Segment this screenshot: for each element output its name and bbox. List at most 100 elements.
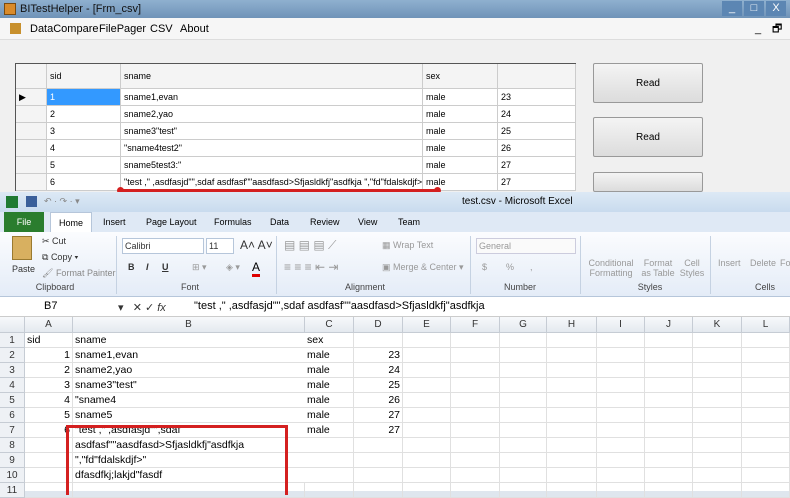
grid-cell[interactable]: sname1,evan <box>121 89 423 106</box>
sheet-cell[interactable] <box>742 468 790 483</box>
close-button[interactable]: X <box>766 1 786 16</box>
sheet-cell[interactable] <box>597 363 645 378</box>
grid-cell[interactable]: 6 <box>47 174 121 191</box>
tab-formulas[interactable]: Formulas <box>206 212 260 232</box>
column-header[interactable]: E <box>403 317 451 333</box>
sheet-cell[interactable] <box>451 333 500 348</box>
row-header[interactable]: 3 <box>0 363 25 378</box>
sheet-cell[interactable] <box>597 393 645 408</box>
sheet-cell[interactable] <box>500 393 547 408</box>
sheet-cell[interactable] <box>693 438 742 453</box>
sheet-cell[interactable] <box>500 363 547 378</box>
sheet-cell[interactable]: male <box>305 393 354 408</box>
sheet-cell[interactable]: 3 <box>25 378 73 393</box>
sheet-cell[interactable]: 26 <box>354 393 403 408</box>
sheet-cell[interactable] <box>451 363 500 378</box>
sheet-cell[interactable] <box>645 348 693 363</box>
tab-review[interactable]: Review <box>302 212 348 232</box>
sheet-cell[interactable] <box>403 438 451 453</box>
insert-cells-button[interactable]: Insert <box>718 258 741 268</box>
grid-cell[interactable]: male <box>423 157 498 174</box>
sheet-cell[interactable] <box>597 333 645 348</box>
save-icon[interactable] <box>26 196 37 207</box>
sheet-cell[interactable] <box>597 378 645 393</box>
column-header-sex[interactable]: sex <box>423 64 498 89</box>
sheet-cell[interactable]: 27 <box>354 423 403 438</box>
row-header[interactable]: 7 <box>0 423 25 438</box>
sheet-cell[interactable] <box>451 468 500 483</box>
row-header[interactable]: 6 <box>0 408 25 423</box>
grid-cell[interactable]: "sname4test2" <box>121 140 423 157</box>
sheet-cell[interactable] <box>451 393 500 408</box>
sheet-cell[interactable] <box>742 378 790 393</box>
column-header-sname[interactable]: sname <box>121 64 423 89</box>
column-header[interactable]: L <box>742 317 790 333</box>
sheet-cell[interactable] <box>500 438 547 453</box>
read-button-1[interactable]: Read <box>593 63 703 103</box>
sheet-cell[interactable] <box>500 378 547 393</box>
delete-cells-button[interactable]: Delete <box>750 258 776 268</box>
sheet-cell[interactable]: 4 <box>25 393 73 408</box>
comma-button[interactable]: , <box>530 262 533 272</box>
font-color-icon[interactable]: A <box>252 260 261 277</box>
sheet-cell[interactable] <box>693 333 742 348</box>
sheet-cell[interactable] <box>597 468 645 483</box>
menu-filepager[interactable]: FilePager <box>99 18 146 40</box>
sheet-cell[interactable] <box>500 423 547 438</box>
sheet-cell[interactable] <box>547 453 597 468</box>
wrap-text-button[interactable]: ▦ Wrap Text <box>382 240 433 251</box>
sheet-cell[interactable] <box>645 363 693 378</box>
sheet-cell[interactable]: sid <box>25 333 73 348</box>
bold-button[interactable]: B <box>128 262 135 272</box>
row-header[interactable] <box>16 157 47 174</box>
row-header[interactable]: 9 <box>0 453 25 468</box>
sheet-cell[interactable] <box>742 363 790 378</box>
sheet-cell[interactable] <box>500 453 547 468</box>
select-all-corner[interactable] <box>0 317 25 333</box>
fill-color-icon[interactable]: ◈ ▾ <box>226 262 240 273</box>
grid-cell[interactable]: 25 <box>498 123 576 140</box>
sheet-cell[interactable] <box>742 333 790 348</box>
format-painter-button[interactable]: 🖌 Format Painter <box>42 268 115 279</box>
column-header[interactable]: D <box>354 317 403 333</box>
sheet-cell[interactable] <box>645 468 693 483</box>
sheet-cell[interactable]: 25 <box>354 378 403 393</box>
sheet-cell[interactable]: male <box>305 348 354 363</box>
sheet-cell[interactable] <box>742 438 790 453</box>
sheet-cell[interactable] <box>742 393 790 408</box>
sheet-cell[interactable] <box>403 453 451 468</box>
sheet-cell[interactable]: 2 <box>25 363 73 378</box>
format-as-table-button[interactable]: Format as Table <box>640 258 676 278</box>
mdi-restore[interactable]: 🗗 <box>772 18 782 40</box>
sheet-cell[interactable] <box>451 453 500 468</box>
sheet-cell[interactable] <box>693 408 742 423</box>
sheet-cell[interactable]: sname <box>73 333 305 348</box>
column-header[interactable]: I <box>597 317 645 333</box>
name-box[interactable]: B7 <box>44 300 104 312</box>
sheet-cell[interactable]: sname5 <box>73 408 305 423</box>
sheet-cell[interactable] <box>500 333 547 348</box>
sheet-cell[interactable] <box>645 393 693 408</box>
currency-button[interactable]: $ <box>482 262 487 272</box>
sheet-cell[interactable] <box>547 378 597 393</box>
grid-cell[interactable]: male <box>423 106 498 123</box>
column-header[interactable]: A <box>25 317 73 333</box>
percent-button[interactable]: % <box>506 262 514 272</box>
sheet-cell[interactable]: male <box>305 423 354 438</box>
sheet-cell[interactable] <box>645 423 693 438</box>
grid-cell[interactable]: sname5test3:" <box>121 157 423 174</box>
sheet-cell[interactable] <box>403 393 451 408</box>
sheet-cell[interactable] <box>547 348 597 363</box>
column-header-sid[interactable]: sid <box>47 64 121 89</box>
menu-about[interactable]: About <box>180 18 209 40</box>
tab-home[interactable]: Home <box>50 212 93 232</box>
column-header[interactable]: H <box>547 317 597 333</box>
sheet-cell[interactable] <box>305 453 354 468</box>
italic-button[interactable]: I <box>146 262 149 272</box>
sheet-cell[interactable] <box>645 333 693 348</box>
formula-buttons[interactable]: ▾ ✕ ✓ fx <box>118 301 166 314</box>
sheet-cell[interactable] <box>693 453 742 468</box>
grid-cell[interactable]: 27 <box>498 174 576 191</box>
copy-button[interactable]: ⧉ Copy ▾ <box>42 252 78 263</box>
merge-center-button[interactable]: ▣ Merge & Center ▾ <box>382 262 464 273</box>
